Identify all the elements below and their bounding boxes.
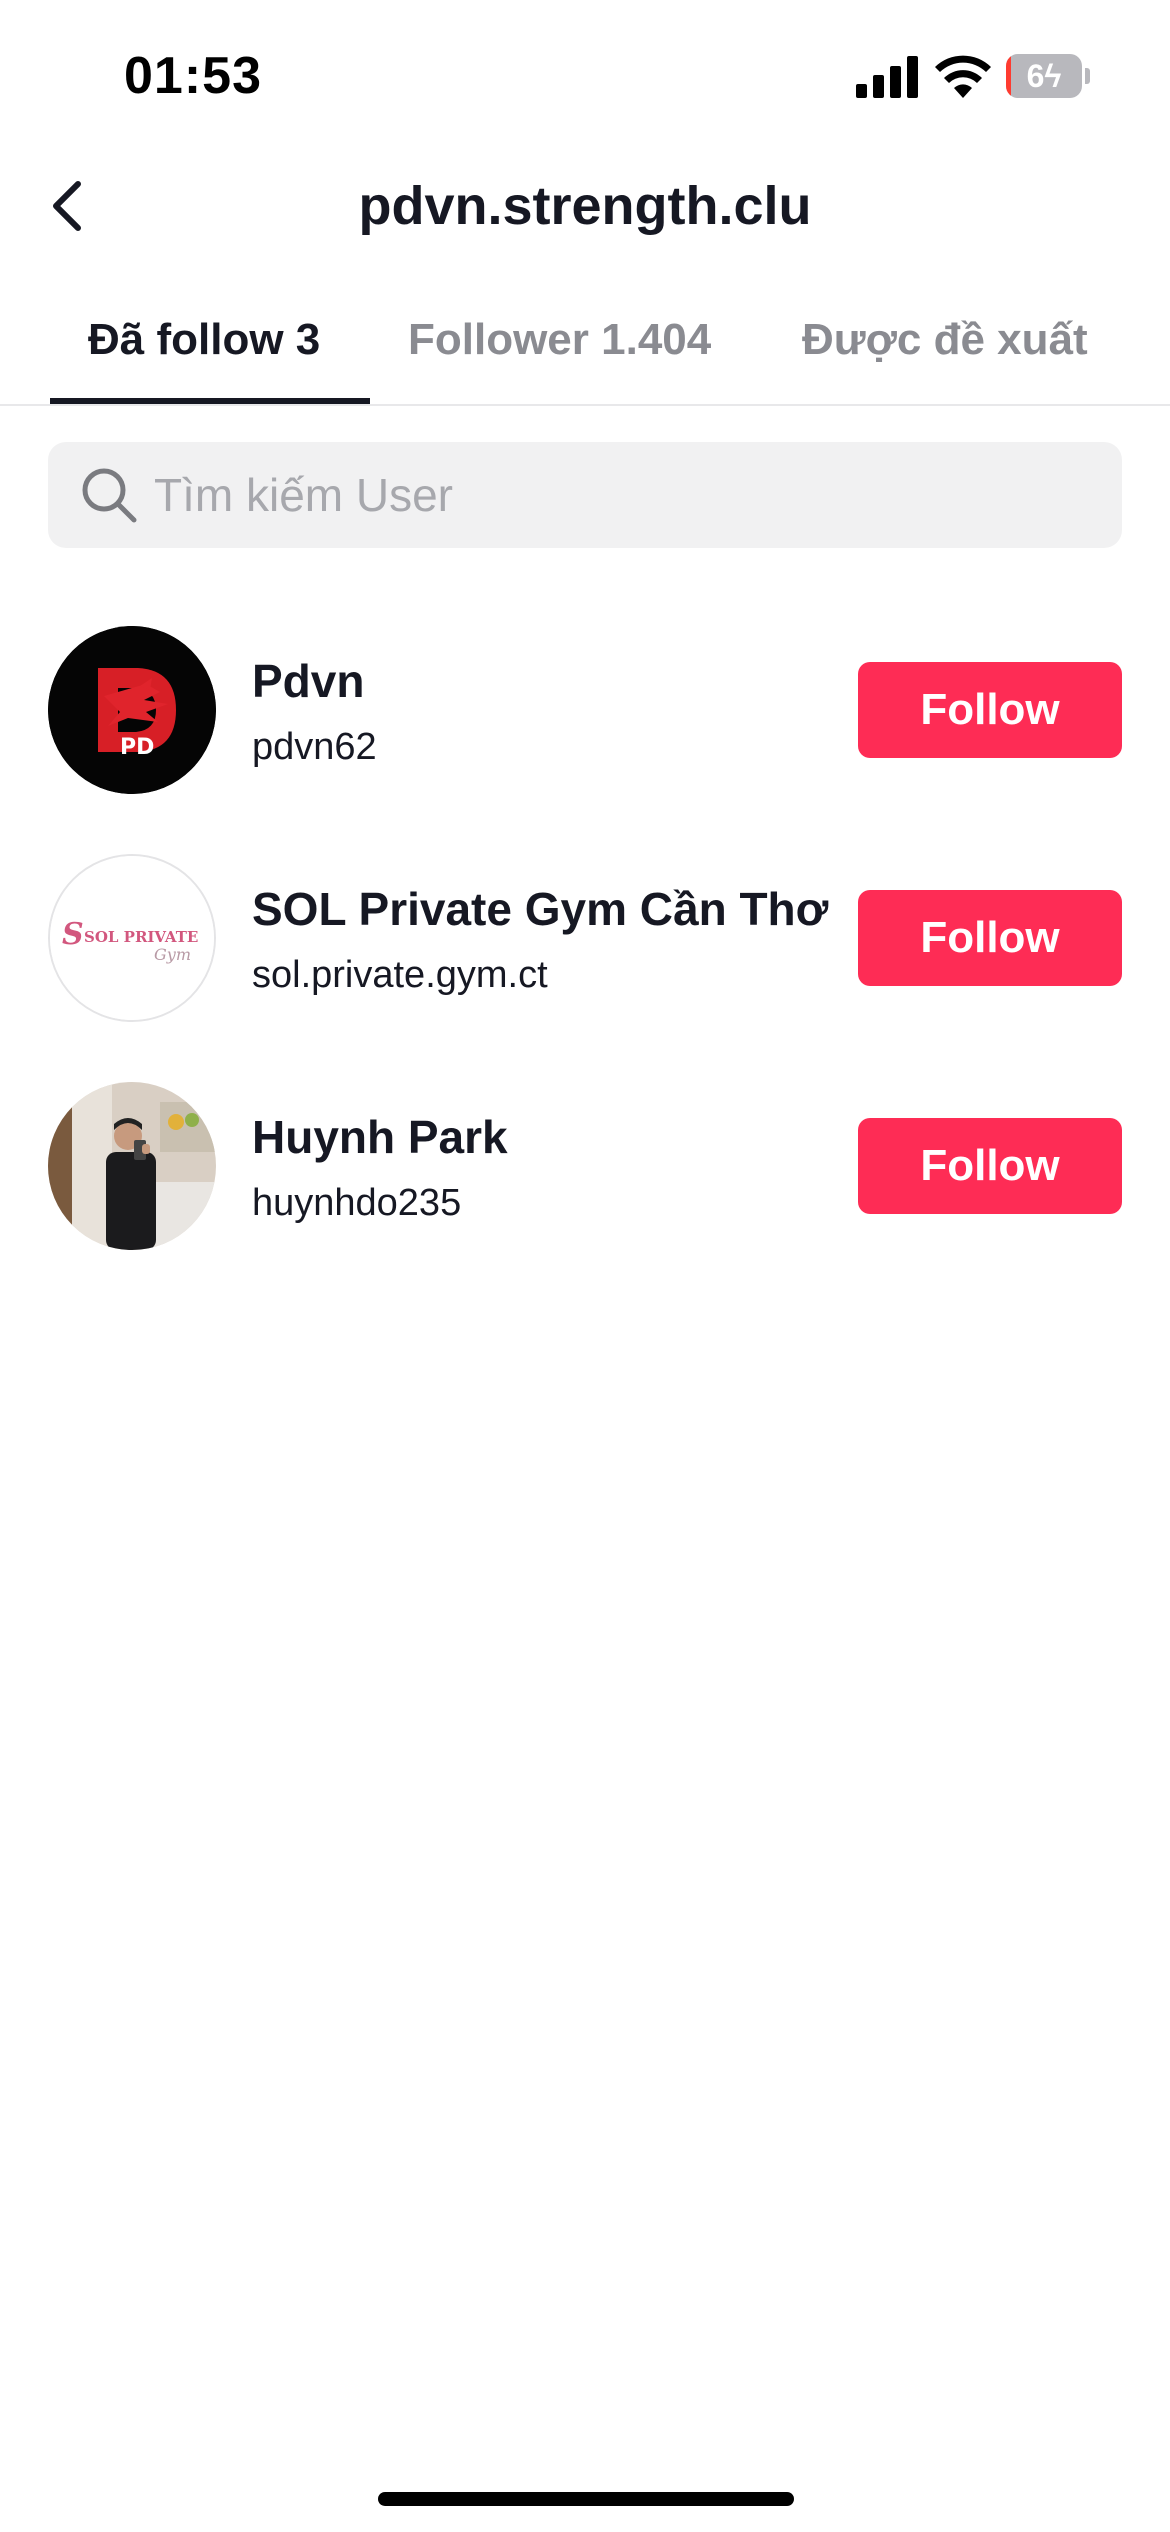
sol-private-gym-logo-avatar[interactable]: S SOL PRIVATE Gym: [48, 854, 216, 1022]
header: pdvn.strength.clu: [0, 160, 1170, 252]
following-screen: 01:53 6ϟ pdvn.strength.clu Đã follow 3 F…: [0, 0, 1170, 2532]
user-name[interactable]: Huynh Park: [252, 1110, 812, 1164]
search-bar[interactable]: [48, 442, 1122, 548]
chevron-left-icon: [53, 181, 81, 231]
tab-suggested[interactable]: Được đề xuất: [802, 290, 1088, 404]
battery-percent: 6: [1026, 58, 1045, 94]
cellular-signal-icon: [856, 56, 918, 98]
search-icon: [82, 468, 137, 523]
battery-body: 6ϟ: [1006, 54, 1082, 98]
battery-indicator: 6ϟ: [1006, 54, 1090, 98]
user-row[interactable]: S SOL PRIVATE Gym SOL Private Gym Cần Th…: [0, 854, 1170, 1024]
status-time: 01:53: [124, 47, 262, 105]
battery-level-text: 6ϟ: [1006, 54, 1082, 98]
sol-gym-logo-icon: S SOL PRIVATE Gym: [50, 856, 214, 1020]
follow-button[interactable]: Follow: [858, 662, 1122, 758]
person-photo-image: [48, 1082, 216, 1250]
user-row[interactable]: Huynh Park huynhdo235 Follow: [0, 1082, 1170, 1252]
status-bar: 01:53 6ϟ: [0, 0, 1170, 150]
sol-logo-subtext: Gym: [154, 945, 191, 964]
user-row[interactable]: PD Pdvn pdvn62 Follow: [0, 626, 1170, 796]
charging-bolt-icon: ϟ: [1044, 58, 1062, 94]
sol-logo-letter: S: [62, 917, 84, 952]
home-indicator[interactable]: [378, 2492, 794, 2506]
person-photo-avatar[interactable]: [48, 1082, 216, 1250]
user-handle[interactable]: huynhdo235: [252, 1182, 812, 1225]
user-handle[interactable]: sol.private.gym.ct: [252, 954, 812, 997]
follow-button[interactable]: Follow: [858, 1118, 1122, 1214]
search-input[interactable]: [154, 442, 1094, 548]
user-name[interactable]: SOL Private Gym Cần Thơ: [252, 882, 828, 936]
wifi-icon: [935, 55, 991, 98]
active-tab-indicator: [50, 398, 370, 404]
sol-logo-text: SOL PRIVATE: [84, 928, 198, 946]
page-title: pdvn.strength.clu: [358, 176, 812, 236]
back-button[interactable]: [38, 174, 102, 238]
user-handle[interactable]: pdvn62: [252, 726, 812, 769]
dragon-logo-icon: PD: [48, 626, 216, 794]
tab-followers[interactable]: Follower 1.404: [408, 290, 711, 404]
tab-following[interactable]: Đã follow 3: [88, 290, 320, 404]
pdvn-logo-text: PD: [120, 735, 154, 760]
follow-button[interactable]: Follow: [858, 890, 1122, 986]
user-name[interactable]: Pdvn: [252, 654, 812, 708]
tab-bar: Đã follow 3 Follower 1.404 Được đề xuất: [0, 290, 1170, 406]
battery-tip: [1085, 68, 1090, 84]
dragon-logo-avatar[interactable]: PD: [48, 626, 216, 794]
